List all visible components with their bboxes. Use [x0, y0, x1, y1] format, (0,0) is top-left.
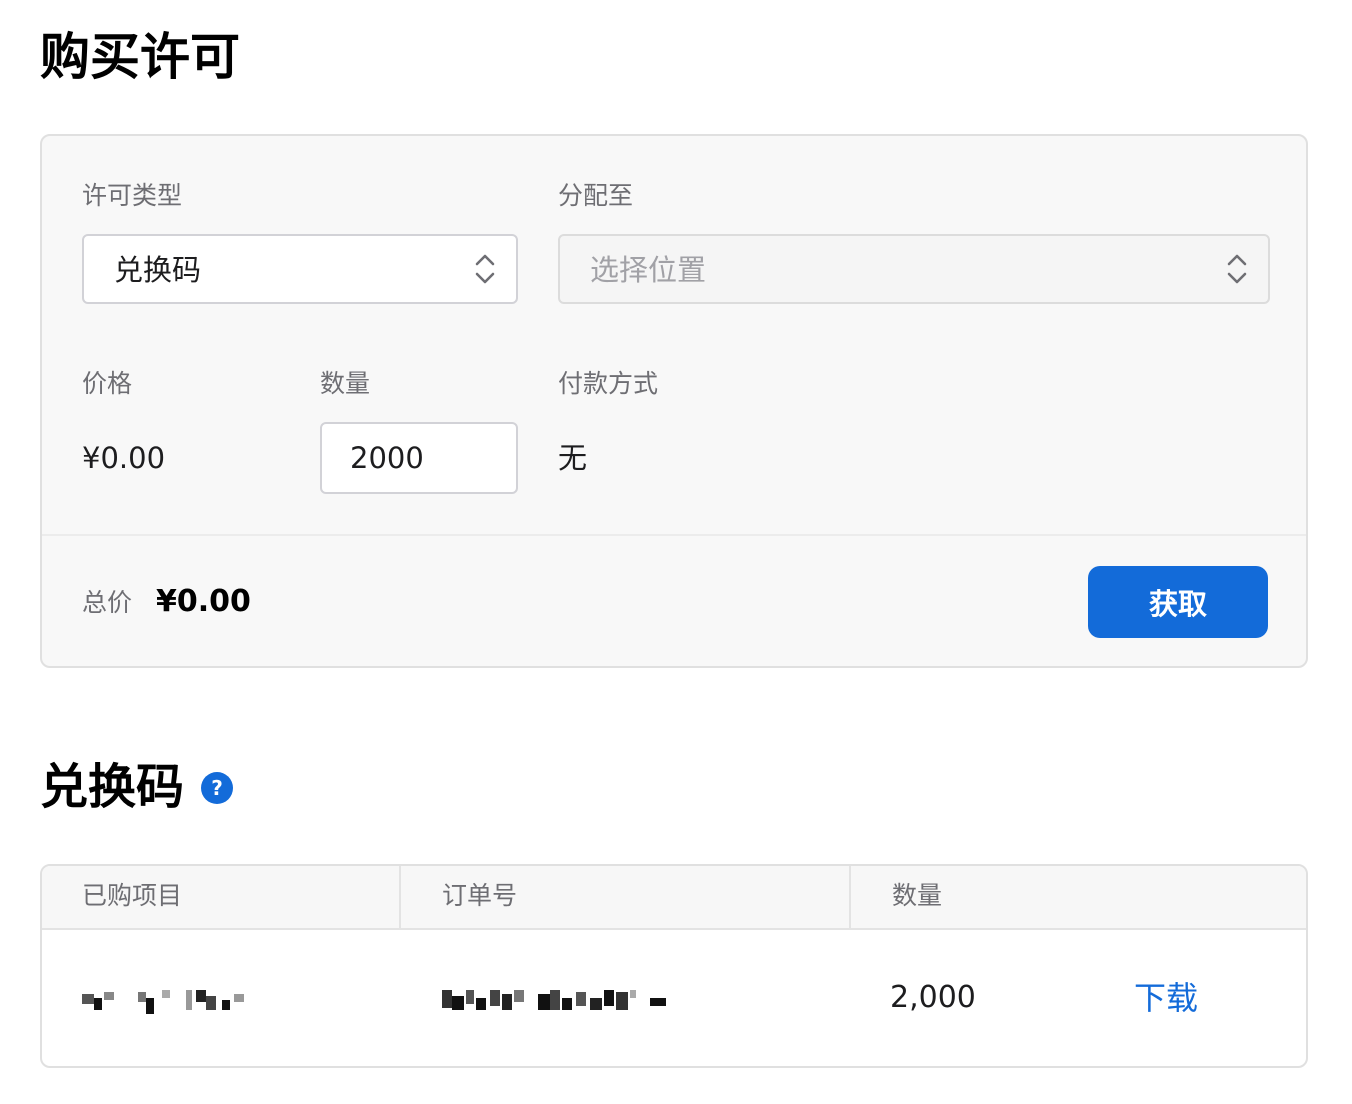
codes-table: 已购项目 订单号 数量 2,000 下载 — [40, 864, 1308, 1068]
chevron-up-down-icon — [1227, 254, 1247, 284]
price-label: 价格 — [82, 369, 133, 398]
quantity-input[interactable] — [320, 422, 518, 494]
row-quantity: 2,000 — [890, 980, 976, 1015]
license-type-label: 许可类型 — [82, 181, 183, 210]
page-title: 购买许可 — [40, 28, 240, 86]
total-label: 总价 — [82, 588, 133, 617]
payment-method-value: 无 — [558, 441, 588, 475]
column-separator — [849, 866, 851, 928]
price-value: ¥0.00 — [82, 441, 166, 475]
table-header: 已购项目 订单号 数量 — [42, 866, 1306, 930]
column-separator — [399, 866, 401, 928]
chevron-up-down-icon — [475, 254, 495, 284]
panel-divider — [42, 534, 1306, 536]
payment-method-label: 付款方式 — [558, 369, 659, 398]
license-type-select[interactable]: 兑换码 — [82, 234, 518, 304]
help-icon[interactable]: ? — [201, 772, 233, 804]
license-type-value: 兑换码 — [114, 253, 202, 287]
section-title: 兑换码 — [40, 759, 185, 815]
column-header-quantity: 数量 — [892, 881, 943, 910]
total-value: ¥0.00 — [156, 584, 251, 619]
download-link[interactable]: 下载 — [1134, 978, 1198, 1018]
column-header-order: 订单号 — [442, 881, 518, 910]
column-header-item: 已购项目 — [82, 881, 183, 910]
location-select[interactable]: 选择位置 — [558, 234, 1270, 304]
assign-to-label: 分配至 — [558, 181, 634, 210]
get-button[interactable]: 获取 — [1088, 566, 1268, 638]
redacted-item-name — [82, 988, 250, 1014]
location-placeholder: 选择位置 — [590, 253, 707, 287]
quantity-label: 数量 — [320, 369, 371, 398]
redacted-order-number — [442, 988, 668, 1014]
purchase-panel: 许可类型 兑换码 分配至 选择位置 价格 ¥0.00 数量 付款方式 无 总价 … — [40, 134, 1308, 668]
